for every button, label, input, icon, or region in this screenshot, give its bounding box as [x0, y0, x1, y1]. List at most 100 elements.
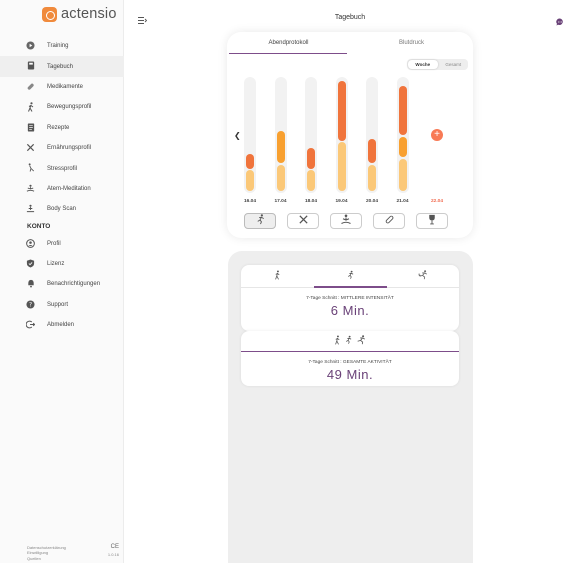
tab-running[interactable] — [314, 265, 387, 287]
add-entry-button[interactable]: + — [431, 129, 443, 141]
sidebar-item-profil[interactable]: Profil — [0, 234, 124, 254]
bar-date-label: 20.04 — [365, 199, 378, 204]
active-tab-indicator — [229, 53, 347, 54]
sidebar-item-bewegungsprofil[interactable]: Bewegungsprofil — [0, 97, 124, 117]
bar-segment-upper — [246, 154, 254, 169]
sidebar-item-benachrichtigungen[interactable]: Benachrichtigungen — [0, 274, 124, 294]
svg-text:?: ? — [29, 302, 32, 308]
category-running-button[interactable] — [244, 213, 276, 229]
bar-18.04[interactable]: 18.04 — [305, 77, 317, 225]
sidebar-item-label: Atem-Meditation — [47, 185, 91, 192]
wine-glass-icon — [427, 212, 437, 230]
tab-blutdruck[interactable]: Blutdruck — [350, 32, 473, 54]
sidebar-item-label: Body Scan — [47, 206, 77, 213]
page-title: Tagebuch — [334, 14, 366, 21]
meditation-icon — [340, 212, 352, 230]
diary-bar-chart: 16.04 17.04 18.04 19.04 20.04 21.04 — [244, 77, 450, 225]
category-buttons — [244, 213, 464, 229]
pill-icon — [384, 212, 395, 230]
running-icon — [344, 332, 353, 350]
total-activity-panel: 7-Tage Schnitt : GESAMTE AKTIVITÄT 49 Mi… — [241, 331, 459, 386]
avg-intensity-value: 6 Min. — [330, 303, 370, 318]
sidebar-item-tagebuch[interactable]: Tagebuch — [0, 56, 124, 77]
sidebar: actensio Training Tagebuch Medikamente B… — [0, 0, 124, 563]
sidebar-item-body-scan[interactable]: Body Scan — [0, 199, 124, 219]
pill-icon — [26, 82, 35, 91]
sidebar-item-medikamente[interactable]: Medikamente — [0, 77, 124, 97]
sidebar-item-support[interactable]: ? Support — [0, 295, 124, 315]
account-section-title: KONTO — [27, 223, 51, 231]
bar-date-label: 17.04 — [274, 199, 287, 204]
sidebar-item-label: Support — [47, 301, 69, 308]
category-alcohol-button[interactable] — [416, 213, 448, 229]
bar-segment-upper — [276, 130, 285, 163]
bar-20.04[interactable]: 20.04 — [366, 77, 378, 225]
bar-track — [335, 77, 348, 193]
sidebar-nav: Training Tagebuch Medikamente Bewegungsp… — [0, 36, 124, 335]
sprinting-icon — [356, 332, 366, 350]
bar-segment-light — [368, 164, 376, 191]
recipe-book-icon — [26, 123, 35, 132]
chevron-left-icon[interactable]: ❮ — [234, 131, 241, 140]
bar-19.04[interactable]: 19.04 — [335, 77, 348, 225]
active-intensity-indicator — [314, 286, 387, 288]
stress-icon — [26, 163, 35, 173]
sidebar-item-atem-meditation[interactable]: Atem-Meditation — [0, 179, 124, 199]
avg-intensity-panel: 7-Tage Schnitt : MITTLERE INTENSITÄT 6 M… — [241, 265, 459, 331]
bar-segment-light — [276, 164, 285, 191]
diary-icon — [26, 61, 35, 70]
sidebar-item-label: Stressprofil — [47, 165, 78, 172]
tab-sprinting[interactable] — [386, 265, 459, 287]
toggle-gesamt[interactable]: Gesamt — [439, 59, 469, 70]
bar-21.04[interactable]: 21.04 — [396, 77, 409, 225]
bar-17.04[interactable]: 17.04 — [274, 77, 287, 225]
bar-segment-upper — [307, 147, 315, 169]
sidebar-item-label: Profil — [47, 240, 61, 247]
profile-icon — [26, 238, 35, 248]
ce-mark: CE — [110, 543, 119, 550]
bar-track — [396, 77, 409, 193]
sidebar-item-training[interactable]: Training — [0, 36, 124, 56]
sidebar-item-label: Tagebuch — [47, 63, 74, 70]
play-icon — [26, 41, 35, 50]
bar-segment-light — [337, 142, 346, 191]
tab-abendprotokoll[interactable]: Abendprotokoll — [227, 32, 350, 54]
avg-intensity-caption: 7-Tage Schnitt : MITTLERE INTENSITÄT — [306, 296, 394, 301]
sidebar-item-rezepte[interactable]: Rezepte — [0, 118, 124, 138]
tab-walking[interactable] — [241, 265, 314, 287]
brand-name: actensio — [61, 6, 117, 22]
bar-track — [274, 77, 287, 193]
chat-icon[interactable] — [556, 13, 564, 26]
diary-card: Abendprotokoll Blutdruck Woche Gesamt ❮ … — [227, 32, 473, 238]
bar-segment-upper — [337, 80, 346, 141]
sidebar-item-abmelden[interactable]: Abmelden — [0, 315, 124, 335]
activity-icons-row — [241, 331, 459, 352]
category-meditation-button[interactable] — [330, 213, 362, 229]
bar-track — [366, 77, 378, 193]
sidebar-item-label: Benachrichtigungen — [47, 281, 101, 288]
bar-date-label: 19.04 — [335, 199, 348, 204]
category-nutrition-button[interactable] — [287, 213, 319, 229]
today-date-label: 22.04 — [430, 199, 443, 204]
running-icon — [346, 267, 355, 285]
sidebar-footer: Datenschutzerklärung Einwilligung Quelle… — [27, 543, 122, 562]
bell-icon — [26, 279, 35, 288]
toggle-woche[interactable]: Woche — [408, 60, 438, 69]
bar-track — [305, 77, 317, 193]
total-activity-caption: 7-Tage Schnitt : GESAMTE AKTIVITÄT — [308, 360, 392, 365]
sidebar-item-ernaehrungsprofil[interactable]: Ernährungsprofil — [0, 138, 124, 158]
running-icon — [255, 212, 266, 230]
sidebar-item-label: Training — [47, 43, 69, 50]
sidebar-item-stressprofil[interactable]: Stressprofil — [0, 158, 124, 178]
bar-16.04[interactable]: 16.04 — [244, 77, 256, 225]
utensils-icon — [298, 212, 309, 230]
intensity-tabs — [241, 265, 459, 288]
bar-segment-light — [398, 158, 407, 191]
bar-date-label: 16.04 — [243, 199, 256, 204]
body-scan-icon — [26, 204, 35, 213]
total-activity-value: 49 Min. — [326, 367, 374, 382]
activity-card: 7-Tage Schnitt : MITTLERE INTENSITÄT 6 M… — [228, 251, 473, 563]
bar-segment-upper — [368, 138, 376, 163]
sidebar-item-lizenz[interactable]: Lizenz — [0, 254, 124, 274]
category-medication-button[interactable] — [373, 213, 405, 229]
